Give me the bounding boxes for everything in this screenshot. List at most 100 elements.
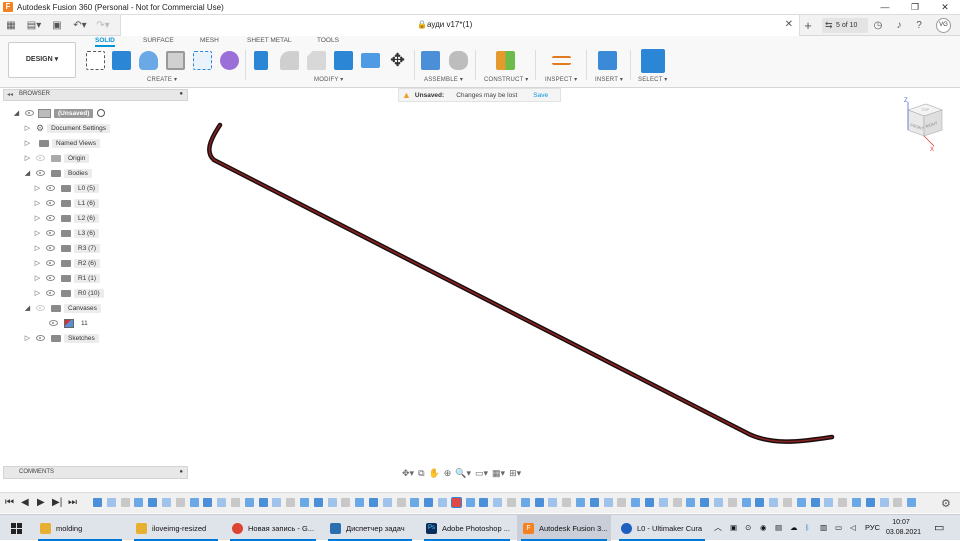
timeline-settings-gear-icon[interactable]: ⚙ (941, 497, 951, 510)
timeline-feature[interactable] (769, 498, 779, 507)
taskbar-item-cura[interactable]: L0 - Ultimaker Cura (615, 515, 709, 541)
tray-app-icon[interactable]: ▤ (775, 515, 782, 541)
timeline-feature[interactable] (120, 498, 130, 507)
model-viewport[interactable] (0, 0, 960, 540)
network-icon[interactable]: ▭ (835, 515, 842, 541)
orbit-icon[interactable]: ✥▾ (402, 468, 414, 479)
timeline-feature[interactable] (272, 498, 282, 507)
start-button[interactable] (0, 515, 32, 541)
timeline-feature[interactable] (617, 498, 627, 507)
clock[interactable]: 10:07 03.08.2021 (886, 515, 922, 541)
timeline-feature[interactable] (562, 498, 572, 507)
windows-logo-icon (10, 522, 22, 534)
timeline-feature[interactable] (534, 498, 544, 507)
timeline-feature[interactable] (217, 498, 227, 507)
timeline-feature[interactable] (672, 498, 682, 507)
timeline-feature[interactable] (355, 498, 365, 507)
timeline-feature[interactable] (907, 498, 917, 507)
display-settings-icon[interactable]: ▭▾ (475, 468, 488, 479)
go-to-end-icon[interactable]: ⏭ (68, 497, 77, 508)
timeline-feature[interactable] (727, 498, 737, 507)
timeline-feature[interactable] (755, 498, 765, 507)
timeline-feature[interactable] (203, 498, 213, 507)
volume-icon[interactable]: ◁ (850, 515, 856, 541)
timeline-feature[interactable] (369, 498, 378, 507)
timeline-feature[interactable] (148, 498, 158, 507)
step-forward-icon[interactable]: ▶| (52, 497, 62, 508)
timeline-feature[interactable] (313, 498, 323, 507)
timeline-feature[interactable] (106, 498, 116, 507)
timeline-feature[interactable] (714, 498, 723, 507)
timeline-feature[interactable] (382, 498, 392, 507)
timeline-feature[interactable] (479, 498, 489, 507)
timeline-feature[interactable] (231, 498, 240, 507)
timeline-feature[interactable] (838, 498, 848, 507)
notifications-icon[interactable]: ▭ (934, 515, 944, 541)
taskbar-item-photoshop[interactable]: Ps Adobe Photoshop ... (420, 515, 514, 541)
timeline-feature[interactable] (424, 498, 434, 507)
grid-settings-icon[interactable]: ▦▾ (492, 468, 505, 479)
timeline-feature[interactable] (741, 498, 751, 507)
timeline-feature[interactable] (810, 498, 820, 507)
timeline-feature[interactable] (893, 498, 903, 507)
tray-app-icon[interactable]: ▥ (820, 515, 827, 541)
timeline-feature[interactable] (783, 498, 792, 507)
viewcube[interactable]: FRONT RIGHT TOP Z X (896, 96, 948, 152)
timeline-feature[interactable] (286, 498, 296, 507)
zoom-window-icon[interactable]: ⊕ (444, 468, 452, 479)
timeline-feature[interactable] (865, 498, 875, 507)
taskbar-item-iloveimg[interactable]: iloveimg-resized (130, 515, 222, 541)
look-at-icon[interactable]: ⧉ (418, 468, 424, 479)
tray-app-icon[interactable]: ▣ (730, 515, 737, 541)
taskbar-item-chrome[interactable]: Новая запись - G... (226, 515, 320, 541)
step-back-icon[interactable]: ◀ (21, 497, 29, 508)
molding-body-curve[interactable] (207, 122, 835, 444)
tray-overflow-icon[interactable]: ︿ (714, 515, 722, 541)
timeline-feature[interactable] (189, 498, 199, 507)
timeline-feature[interactable] (327, 498, 337, 507)
timeline-feature[interactable] (396, 498, 406, 507)
timeline-feature[interactable] (852, 498, 861, 507)
timeline-feature[interactable] (796, 498, 806, 507)
clock-date: 03.08.2021 (886, 529, 922, 536)
taskbar-item-molding[interactable]: molding (34, 515, 126, 541)
steam-icon[interactable]: ◉ (760, 515, 767, 541)
tray-app-icon[interactable]: ⊙ (745, 515, 751, 541)
timeline-feature[interactable] (686, 498, 696, 507)
onedrive-icon[interactable]: ☁ (790, 515, 798, 541)
timeline-feature[interactable] (645, 498, 654, 507)
timeline-feature[interactable] (548, 498, 558, 507)
go-to-start-icon[interactable]: ⏮ (5, 497, 14, 508)
timeline-feature[interactable] (341, 498, 351, 507)
timeline-feature[interactable] (465, 498, 475, 507)
bluetooth-icon[interactable]: ᛒ (805, 515, 810, 541)
timeline-feature[interactable] (162, 498, 171, 507)
viewports-icon[interactable]: ⊞▾ (509, 468, 521, 479)
zoom-icon[interactable]: 🔍▾ (455, 468, 471, 479)
timeline-feature[interactable] (879, 498, 889, 507)
timeline-feature[interactable] (700, 498, 710, 507)
taskbar-item-fusion[interactable]: F Autodesk Fusion 3... (517, 515, 611, 541)
pan-hand-icon[interactable]: ✋ (429, 468, 440, 479)
timeline-feature[interactable] (576, 498, 585, 507)
timeline-feature[interactable] (520, 498, 530, 507)
timeline-feature[interactable] (507, 498, 516, 507)
timeline-feature[interactable] (603, 498, 613, 507)
input-language[interactable]: РУС (865, 515, 880, 541)
taskbar-item-task-manager[interactable]: Диспетчер задач (324, 515, 416, 541)
timeline-feature[interactable] (824, 498, 834, 507)
timeline-feature[interactable] (410, 498, 420, 507)
timeline-feature[interactable] (493, 498, 503, 507)
timeline-feature[interactable] (450, 497, 462, 508)
timeline-feature[interactable] (438, 498, 447, 507)
timeline-feature[interactable] (134, 498, 144, 507)
play-icon[interactable]: ▶ (37, 497, 45, 508)
timeline-feature[interactable] (244, 498, 254, 507)
timeline-feature[interactable] (658, 498, 668, 507)
timeline-feature[interactable] (589, 498, 599, 507)
timeline-feature[interactable] (175, 498, 185, 507)
timeline-feature[interactable] (631, 498, 641, 507)
timeline-feature[interactable] (300, 498, 309, 507)
timeline-feature[interactable] (93, 498, 102, 507)
timeline-feature[interactable] (258, 498, 268, 507)
